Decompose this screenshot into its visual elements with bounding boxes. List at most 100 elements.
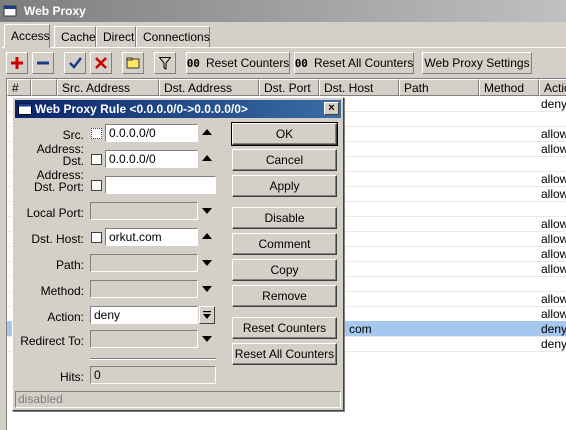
method-expand-icon[interactable] [202, 286, 212, 292]
column-header-src-address[interactable]: Src. Address [57, 79, 159, 96]
column-header-dst-host[interactable]: Dst. Host [319, 79, 399, 96]
dst-port-invert-checkbox[interactable] [91, 180, 102, 191]
row-action: allow [541, 172, 566, 186]
dialog-title: Web Proxy Rule <0.0.0.0/0->0.0.0.0/0> [35, 102, 248, 116]
row-action: allow [541, 307, 566, 321]
redirect-to-expand-icon[interactable] [202, 336, 212, 342]
row-action: deny [541, 97, 566, 111]
x-icon [95, 57, 107, 69]
redirect-to-label: Redirect To: [20, 334, 84, 348]
reset-all-counters-button[interactable]: Reset All Counters [232, 343, 337, 365]
hits-label: Hits: [60, 370, 84, 384]
row-dst-host: com [349, 322, 372, 336]
tab-cache[interactable]: Cache [54, 26, 96, 47]
dst-host-label: Dst. Host: [31, 232, 84, 246]
web-proxy-rule-dialog: Web Proxy Rule <0.0.0.0/0->0.0.0.0/0> × … [12, 97, 344, 411]
local-port-label: Local Port: [26, 206, 84, 220]
row-action: allow [541, 187, 566, 201]
action-select[interactable]: deny [90, 306, 198, 324]
dst-host-collapse-icon[interactable] [202, 233, 212, 239]
tab-access[interactable]: Access [4, 24, 50, 48]
dst-port-label: Dst. Port: [33, 180, 84, 194]
hits-value: 0 [90, 366, 216, 384]
add-button[interactable] [6, 52, 28, 74]
web-proxy-settings-button[interactable]: Web Proxy Settings [422, 52, 532, 74]
reset-counters-label: Reset Counters [205, 56, 290, 70]
reset-all-counters-label: Reset All Counters [313, 56, 414, 70]
dst-address-input[interactable]: 0.0.0.0/0 [105, 150, 198, 168]
column-header-flags[interactable] [31, 79, 57, 96]
column-header-dst-port[interactable]: Dst. Port [259, 79, 319, 96]
dst-host-invert-checkbox[interactable] [91, 232, 102, 243]
window-titlebar: Web Proxy [0, 0, 566, 22]
column-header-method[interactable]: Method [479, 79, 539, 96]
dst-address-invert-checkbox[interactable] [91, 154, 102, 165]
disable-button[interactable] [90, 52, 112, 74]
row-action: allow [541, 262, 566, 276]
path-input[interactable] [90, 254, 198, 272]
dst-address-label: Dst. Address: [36, 154, 84, 182]
row-action: allow [541, 142, 566, 156]
enable-button[interactable] [64, 52, 86, 74]
ok-button[interactable]: OK [231, 122, 338, 146]
redirect-to-input[interactable] [90, 330, 198, 348]
dialog-window-icon [18, 103, 32, 115]
checkmark-icon [68, 57, 82, 69]
column-header-path[interactable]: Path [399, 79, 479, 96]
local-port-expand-icon[interactable] [202, 208, 212, 214]
tab-connections[interactable]: Connections [136, 26, 210, 47]
reset-all-counters-toolbar-button[interactable]: 00 Reset All Counters [294, 52, 414, 74]
dst-address-collapse-icon[interactable] [202, 155, 212, 161]
note-icon [126, 57, 140, 69]
comment-rule-button[interactable]: Comment [232, 233, 337, 255]
row-action: deny [541, 322, 566, 336]
filter-icon [159, 56, 171, 70]
dialog-status-bar: disabled [15, 391, 341, 408]
column-header-action[interactable]: Actio [539, 79, 566, 96]
minus-icon [37, 61, 49, 65]
local-port-input[interactable] [90, 202, 198, 220]
column-header-number[interactable]: # [7, 79, 31, 96]
row-action: allow [541, 217, 566, 231]
path-label: Path: [55, 258, 84, 272]
cancel-button[interactable]: Cancel [232, 149, 337, 171]
dst-port-input[interactable] [105, 176, 216, 194]
action-dropdown-button[interactable] [199, 306, 215, 324]
row-action: allow [541, 232, 566, 246]
src-address-input[interactable]: 0.0.0.0/0 [105, 124, 198, 142]
window-app-icon [3, 5, 17, 17]
src-address-label: Src. Address: [36, 128, 84, 156]
form-divider [90, 358, 216, 360]
row-action: allow [541, 247, 566, 261]
counter-icon: 00 [294, 56, 308, 70]
column-header-dst-address[interactable]: Dst. Address [159, 79, 259, 96]
dst-host-input[interactable]: orkut.com [105, 228, 198, 246]
method-label: Method: [40, 284, 84, 298]
row-action: deny [541, 337, 566, 351]
copy-rule-button[interactable]: Copy [232, 259, 337, 281]
path-expand-icon[interactable] [202, 260, 212, 266]
disable-rule-button[interactable]: Disable [232, 207, 337, 229]
window-title: Web Proxy [24, 4, 86, 18]
apply-button[interactable]: Apply [232, 175, 337, 197]
filter-button[interactable] [154, 52, 176, 74]
remove-button[interactable] [32, 52, 54, 74]
reset-counters-toolbar-button[interactable]: 00 Reset Counters [186, 52, 290, 74]
dropdown-icon [203, 311, 211, 319]
method-input[interactable] [90, 280, 198, 298]
dialog-close-button[interactable]: × [324, 102, 339, 115]
close-icon: × [328, 102, 335, 114]
reset-counters-button[interactable]: Reset Counters [232, 317, 337, 339]
comment-button[interactable] [122, 52, 144, 74]
tab-divider [2, 47, 566, 48]
counter-icon: 00 [186, 56, 200, 70]
dialog-titlebar: Web Proxy Rule <0.0.0.0/0->0.0.0.0/0> × [15, 100, 341, 118]
plus-icon [11, 57, 23, 69]
src-address-invert-checkbox[interactable] [91, 128, 102, 139]
remove-rule-button[interactable]: Remove [232, 285, 337, 307]
row-action: allow [541, 292, 566, 306]
action-label: Action: [47, 310, 84, 324]
tab-direct[interactable]: Direct [96, 26, 136, 47]
src-address-collapse-icon[interactable] [202, 129, 212, 135]
row-action: allow [541, 127, 566, 141]
